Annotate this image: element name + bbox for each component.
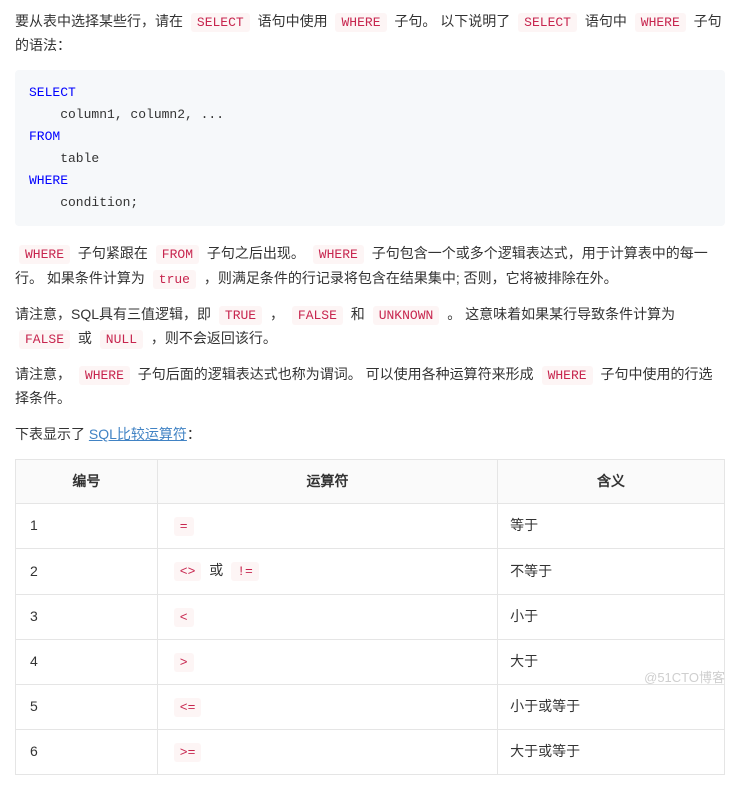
- operator-code: <>: [174, 562, 202, 581]
- code-select: SELECT: [191, 13, 250, 32]
- table-row: 6 >= 大于或等于: [16, 729, 725, 774]
- code-false: FALSE: [292, 306, 343, 325]
- cell-operator: <: [157, 594, 497, 639]
- operator-code: >: [174, 653, 194, 672]
- sql-operators-link[interactable]: SQL比较运算符: [89, 426, 187, 442]
- cell-meaning: 不等于: [498, 549, 725, 594]
- table-intro-text: 下表显示了 SQL比较运算符：: [15, 423, 725, 447]
- code-where: WHERE: [19, 245, 70, 264]
- cell-operator: <> 或 !=: [157, 549, 497, 594]
- code-true: true: [153, 270, 196, 289]
- cell-operator: <=: [157, 684, 497, 729]
- cell-operator: >=: [157, 729, 497, 774]
- cell-meaning: 大于或等于: [498, 729, 725, 774]
- th-no: 编号: [16, 459, 158, 504]
- cell-no: 6: [16, 729, 158, 774]
- table-row: 3 < 小于: [16, 594, 725, 639]
- cell-meaning: 大于: [498, 639, 725, 684]
- operators-table: 编号 运算符 含义 1=等于2<> 或 !=不等于3<小于4>大于5<=小于或等…: [15, 459, 725, 775]
- code-null: NULL: [100, 330, 143, 349]
- operator-code: <: [174, 608, 194, 627]
- operator-code: !=: [231, 562, 259, 581]
- cell-operator: =: [157, 504, 497, 549]
- th-meaning: 含义: [498, 459, 725, 504]
- cell-meaning: 小于或等于: [498, 684, 725, 729]
- code-unknown: UNKNOWN: [373, 306, 440, 325]
- operator-code: =: [174, 517, 194, 536]
- cell-meaning: 等于: [498, 504, 725, 549]
- th-op: 运算符: [157, 459, 497, 504]
- code-where: WHERE: [313, 245, 364, 264]
- cell-no: 3: [16, 594, 158, 639]
- code-select: SELECT: [518, 13, 577, 32]
- table-row: 4 > 大于: [16, 639, 725, 684]
- code-where: WHERE: [635, 13, 686, 32]
- paragraph-where-follows: WHERE 子句紧跟在 FROM 子句之后出现。 WHERE 子句包含一个或多个…: [15, 242, 725, 290]
- cell-meaning: 小于: [498, 594, 725, 639]
- code-where: WHERE: [542, 366, 593, 385]
- code-where: WHERE: [335, 13, 386, 32]
- sql-code-block: SELECT column1, column2, ... FROM table …: [15, 70, 725, 227]
- code-true: TRUE: [219, 306, 262, 325]
- table-row: 2<> 或 !=不等于: [16, 549, 725, 594]
- cell-no: 4: [16, 639, 158, 684]
- code-false: FALSE: [19, 330, 70, 349]
- code-where: WHERE: [79, 366, 130, 385]
- table-header-row: 编号 运算符 含义: [16, 459, 725, 504]
- table-row: 1 = 等于: [16, 504, 725, 549]
- paragraph-predicate: 请注意， WHERE 子句后面的逻辑表达式也称为谓词。 可以使用各种运算符来形成…: [15, 363, 725, 411]
- paragraph-three-valued: 请注意，SQL具有三值逻辑，即 TRUE ， FALSE 和 UNKNOWN 。…: [15, 303, 725, 351]
- cell-no: 5: [16, 684, 158, 729]
- cell-no: 2: [16, 549, 158, 594]
- cell-operator: >: [157, 639, 497, 684]
- code-from: FROM: [156, 245, 199, 264]
- intro-paragraph: 要从表中选择某些行，请在 SELECT 语句中使用 WHERE 子句。 以下说明…: [15, 10, 725, 58]
- cell-no: 1: [16, 504, 158, 549]
- table-row: 5<=小于或等于: [16, 684, 725, 729]
- operator-code: >=: [174, 743, 202, 762]
